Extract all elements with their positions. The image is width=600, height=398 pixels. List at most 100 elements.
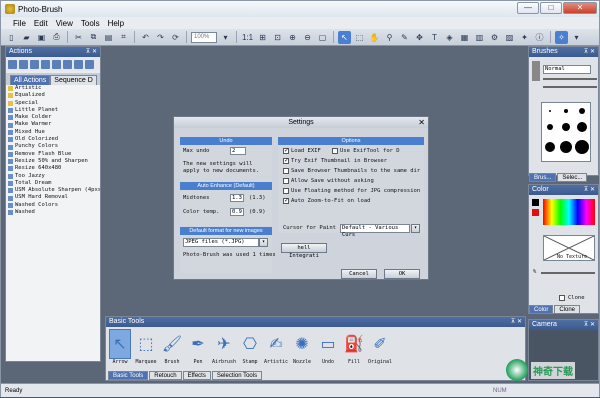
tab-selection[interactable]: Selec...	[557, 173, 588, 182]
list-item[interactable]: Resize 50% and Sharpen	[6, 158, 100, 165]
tab-retouch[interactable]: Retouch	[149, 371, 182, 380]
list-item[interactable]: Make Colder	[6, 114, 100, 121]
edit-action-icon[interactable]	[41, 59, 50, 69]
list-item[interactable]: Resize 640x480	[6, 165, 100, 172]
opacity-slider[interactable]	[543, 78, 597, 80]
grid-icon[interactable]: ▦	[458, 31, 471, 44]
hand-tool-icon[interactable]: ✋	[368, 31, 381, 44]
blend-mode-select[interactable]: Normal	[543, 65, 591, 74]
list-item[interactable]: Special	[6, 100, 100, 107]
tab-clone[interactable]: Clone	[554, 305, 581, 314]
cut-icon[interactable]: ✂	[72, 31, 85, 44]
tab-brushes[interactable]: Brus...	[529, 173, 557, 182]
zoom-in-icon[interactable]: ⊕	[286, 31, 299, 44]
undo-icon[interactable]: ↶	[139, 31, 152, 44]
list-item[interactable]: Equalized	[6, 92, 100, 99]
load-exif-checkbox[interactable]: ✓	[283, 148, 289, 154]
fill-tool[interactable]: ⛽ Fill	[343, 329, 365, 371]
magnifier-tool-icon[interactable]: ⚲	[383, 31, 396, 44]
new-action-icon[interactable]	[8, 59, 17, 69]
cursor-select[interactable]: Default - Various Curs	[340, 224, 410, 238]
foreground-color-swatch[interactable]	[532, 199, 539, 206]
pin-close-icon[interactable]: ⊼ ✕	[511, 317, 522, 327]
close-icon[interactable]: ✕	[418, 117, 425, 128]
list-item[interactable]: Washed Colors	[6, 202, 100, 209]
list-item[interactable]: Punchy Colors	[6, 143, 100, 150]
cancel-button[interactable]: Cancel	[341, 269, 377, 279]
stamp-tool[interactable]: ⎔ Stamp	[239, 329, 261, 371]
tab-selection-tools[interactable]: Selection Tools	[211, 371, 263, 380]
auto-zoom-checkbox[interactable]: ✓	[283, 198, 289, 204]
delete-action-icon[interactable]	[85, 59, 94, 69]
list-item[interactable]: Old Colorized	[6, 136, 100, 143]
list-item[interactable]: Little Planet	[6, 107, 100, 114]
pin-close-icon[interactable]: ⊼ ✕	[86, 47, 97, 57]
open-folder-icon[interactable]: ▰	[20, 31, 33, 44]
save-action-icon[interactable]	[30, 59, 39, 69]
menu-edit[interactable]: Edit	[34, 19, 48, 28]
maximize-button[interactable]: □	[540, 2, 562, 14]
actual-size-button[interactable]: 1:1	[241, 31, 254, 44]
ok-button[interactable]: OK	[384, 269, 420, 279]
original-tool[interactable]: ✐ Original	[368, 329, 392, 371]
effects-icon[interactable]: ✦	[518, 31, 531, 44]
max-undo-input[interactable]: 2	[230, 147, 246, 155]
exif-thumbnail-checkbox[interactable]: ✓	[283, 158, 289, 164]
pin-close-icon[interactable]: ⊼ ✕	[584, 47, 595, 57]
list-item[interactable]: Make Warmer	[6, 121, 100, 128]
play-action-icon[interactable]	[63, 59, 72, 69]
rotate-icon[interactable]: ⟳	[169, 31, 182, 44]
zoom-level-field[interactable]: 100%	[191, 31, 217, 43]
paste-icon[interactable]: ▤	[102, 31, 115, 44]
marquee-tool[interactable]: ⬚ Marquee	[135, 329, 157, 371]
shell-integration-button[interactable]: hell Integrati	[281, 243, 327, 259]
zoom-dropdown-icon[interactable]: ▾	[219, 31, 232, 44]
redo-icon[interactable]: ↷	[154, 31, 167, 44]
pen-tool[interactable]: ✒ Pen	[187, 329, 209, 371]
chevron-down-icon[interactable]: ▾	[259, 238, 268, 247]
list-item[interactable]: Too Jazzy	[6, 173, 100, 180]
zoom-fit-icon[interactable]: ⊡	[271, 31, 284, 44]
eyedropper-tool-icon[interactable]: ✎	[398, 31, 411, 44]
save-thumbnails-checkbox[interactable]	[283, 168, 289, 174]
fit-window-icon[interactable]: ⊞	[256, 31, 269, 44]
open-action-icon[interactable]	[19, 59, 28, 69]
magic-tool-icon[interactable]: ✧	[555, 30, 568, 44]
list-item[interactable]: Washed	[6, 209, 100, 216]
color-picker-icon[interactable]: ◈	[443, 31, 456, 44]
save-icon[interactable]: ▣	[35, 31, 48, 44]
new-file-icon[interactable]: ▯	[5, 31, 18, 44]
add-step-icon[interactable]	[74, 59, 83, 69]
menu-help[interactable]: Help	[108, 19, 124, 28]
background-color-swatch[interactable]	[532, 209, 539, 216]
list-item[interactable]: USM Absolute Sharpen (4pxs)	[6, 187, 100, 194]
color-spectrum-picker[interactable]	[543, 199, 595, 225]
layers-icon[interactable]: ▥	[473, 31, 486, 44]
marquee-tool-icon[interactable]: ⬚	[353, 31, 366, 44]
clone-checkbox[interactable]	[559, 295, 565, 301]
arrow-tool[interactable]: ↖ Arrow	[109, 329, 131, 371]
size-slider[interactable]	[543, 86, 597, 88]
zoom-out-icon[interactable]: ⊖	[301, 31, 314, 44]
floating-method-checkbox[interactable]	[283, 188, 289, 194]
menu-file[interactable]: File	[13, 19, 26, 28]
copy-icon[interactable]: ⧉	[87, 31, 100, 44]
menu-tools[interactable]: Tools	[81, 19, 100, 28]
list-item[interactable]: Remove Flash Blue	[6, 151, 100, 158]
texture-scale-slider[interactable]	[541, 272, 595, 274]
tab-all-actions[interactable]: All Actions	[10, 75, 51, 85]
info-icon[interactable]: ⓘ	[533, 31, 546, 44]
list-item[interactable]: Artistic	[6, 85, 100, 92]
settings-icon[interactable]: ⚙	[488, 31, 501, 44]
print-icon[interactable]: ⎙	[50, 31, 63, 44]
nozzle-tool[interactable]: ✺ Nozzle	[291, 329, 313, 371]
menu-view[interactable]: View	[56, 19, 73, 28]
list-item[interactable]: Total Dream	[6, 180, 100, 187]
tab-color[interactable]: Color	[529, 305, 554, 314]
text-tool-icon[interactable]: T	[428, 31, 441, 44]
undo-tool[interactable]: ▭ Undo	[317, 329, 339, 371]
tab-sequence[interactable]: Sequence D	[50, 75, 97, 85]
brush-tips-grid[interactable]	[541, 102, 591, 162]
tab-basic-tools[interactable]: Basic Tools	[108, 371, 149, 380]
histogram-icon[interactable]: ▨	[503, 31, 516, 44]
